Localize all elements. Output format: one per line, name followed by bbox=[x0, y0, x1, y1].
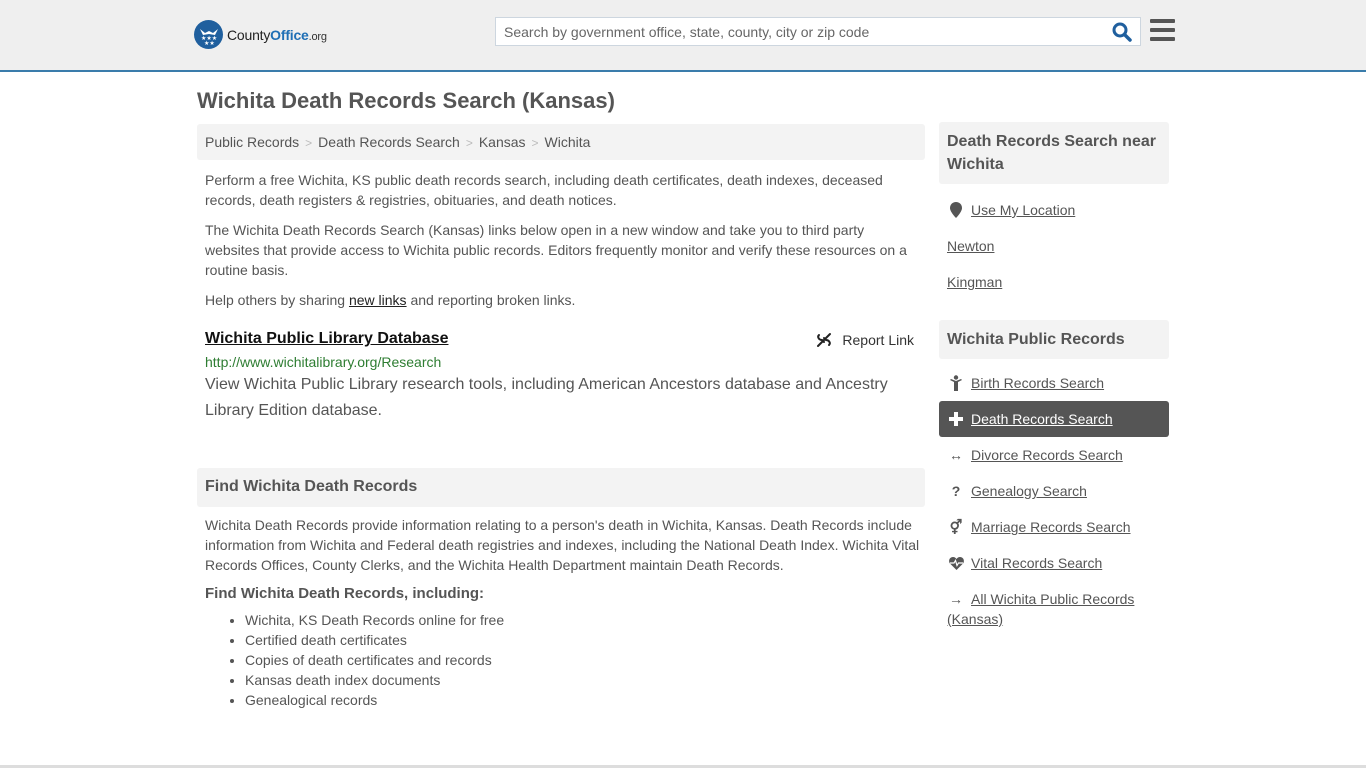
breadcrumb-separator: > bbox=[531, 136, 539, 150]
resource-description: View Wichita Public Library research too… bbox=[205, 376, 888, 419]
search-input[interactable] bbox=[496, 18, 1096, 45]
list-item: Genealogical records bbox=[245, 690, 920, 710]
nearby-city-kingman[interactable]: Kingman bbox=[939, 264, 1169, 300]
hamburger-icon-bar bbox=[1150, 28, 1175, 32]
intro-paragraph-1: Perform a free Wichita, KS public death … bbox=[205, 172, 883, 208]
resource-title-link[interactable]: Wichita Public Library Database bbox=[205, 330, 448, 348]
list-item: Wichita, KS Death Records online for fre… bbox=[245, 610, 920, 630]
new-links-link[interactable]: new links bbox=[349, 292, 407, 308]
find-section-body: Wichita Death Records provide informatio… bbox=[205, 517, 920, 573]
find-section-heading: Find Wichita Death Records bbox=[197, 468, 925, 507]
sidebar-item-link[interactable]: All Wichita Public Records (Kansas) bbox=[947, 591, 1134, 627]
breadcrumb-separator: > bbox=[305, 136, 313, 150]
sidebar-public-records-heading: Wichita Public Records bbox=[939, 320, 1169, 359]
sidebar-item-link[interactable]: Marriage Records Search bbox=[971, 519, 1131, 535]
breadcrumb-public-records[interactable]: Public Records bbox=[205, 134, 299, 150]
hamburger-icon-bar bbox=[1150, 37, 1175, 41]
breadcrumb-kansas[interactable]: Kansas bbox=[479, 134, 526, 150]
child-icon bbox=[947, 375, 965, 391]
sidebar-item-link[interactable]: Vital Records Search bbox=[971, 555, 1102, 571]
resource-url: http://www.wichitalibrary.org/Research bbox=[205, 354, 442, 370]
sidebar-item-death-records[interactable]: Death Records Search bbox=[939, 401, 1169, 437]
find-list: Wichita, KS Death Records online for fre… bbox=[205, 610, 920, 710]
use-my-location[interactable]: Use My Location bbox=[939, 192, 1169, 228]
sidebar-item-link[interactable]: Genealogy Search bbox=[971, 483, 1087, 499]
plus-icon bbox=[947, 412, 965, 426]
hamburger-menu-button[interactable] bbox=[1150, 19, 1175, 41]
sidebar-item-all-public-records[interactable]: → All Wichita Public Records (Kansas) bbox=[939, 581, 1169, 629]
sidebar-item-vital-records[interactable]: Vital Records Search bbox=[939, 545, 1169, 581]
find-section: Wichita Death Records provide informatio… bbox=[205, 515, 920, 710]
search-bar bbox=[495, 17, 1141, 46]
breadcrumb-death-records-search[interactable]: Death Records Search bbox=[318, 134, 460, 150]
arrow-right-icon: → bbox=[949, 591, 963, 607]
report-link-label: Report Link bbox=[842, 332, 914, 348]
nearby-city-link[interactable]: Kingman bbox=[947, 274, 1002, 290]
sidebar-nearby-heading: Death Records Search near Wichita bbox=[939, 122, 1169, 184]
eagle-stars-icon: ★★★ ★★ bbox=[194, 20, 223, 49]
logo-text: CountyOffice.org bbox=[227, 26, 327, 43]
list-item: Copies of death certificates and records bbox=[245, 650, 920, 670]
arrows-horizontal-icon: ↔ bbox=[949, 447, 963, 463]
page-title: Wichita Death Records Search (Kansas) bbox=[197, 88, 615, 113]
breadcrumb: Public Records > Death Records Search > Kans… bbox=[197, 124, 925, 160]
sidebar-item-divorce-records[interactable]: ↔ Divorce Records Search bbox=[939, 437, 1169, 473]
search-icon bbox=[1112, 22, 1132, 42]
svg-text:★★: ★★ bbox=[204, 40, 215, 46]
breadcrumb-wichita[interactable]: Wichita bbox=[545, 134, 591, 150]
site-logo[interactable]: ★★★ ★★ CountyOffice.org bbox=[194, 20, 327, 49]
sidebar-item-link[interactable]: Divorce Records Search bbox=[971, 447, 1123, 463]
sidebar-public-records: Wichita Public Records Birth Records Sea… bbox=[939, 320, 1169, 629]
sidebar-item-birth-records[interactable]: Birth Records Search bbox=[939, 365, 1169, 401]
nearby-city-newton[interactable]: Newton bbox=[939, 228, 1169, 264]
question-icon: ? bbox=[951, 483, 961, 499]
sidebar-item-link[interactable]: Birth Records Search bbox=[971, 375, 1104, 391]
intro-text: Perform a free Wichita, KS public death … bbox=[205, 170, 920, 320]
broken-link-icon bbox=[817, 333, 832, 347]
search-button[interactable] bbox=[1112, 22, 1134, 42]
hamburger-icon-bar bbox=[1150, 19, 1175, 23]
sidebar-item-genealogy[interactable]: ? Genealogy Search bbox=[939, 473, 1169, 509]
use-my-location-link[interactable]: Use My Location bbox=[971, 202, 1075, 218]
sidebar-item-marriage-records[interactable]: ⚥ Marriage Records Search bbox=[939, 509, 1169, 545]
top-bar: ★★★ ★★ CountyOffice.org bbox=[0, 0, 1366, 72]
sidebar-item-link[interactable]: Death Records Search bbox=[971, 411, 1113, 427]
list-item: Certified death certificates bbox=[245, 630, 920, 650]
nearby-city-link[interactable]: Newton bbox=[947, 238, 994, 254]
venus-mars-icon: ⚥ bbox=[949, 518, 963, 535]
sidebar-nearby: Death Records Search near Wichita Use My… bbox=[939, 122, 1169, 300]
resource-entry: Wichita Public Library Database Report L… bbox=[205, 330, 920, 424]
map-marker-icon bbox=[947, 202, 965, 218]
find-section-subheading: Find Wichita Death Records, including: bbox=[205, 585, 485, 602]
intro-paragraph-3: Help others by sharing new links and rep… bbox=[205, 292, 576, 308]
breadcrumb-separator: > bbox=[465, 136, 473, 150]
heartbeat-icon bbox=[947, 556, 965, 570]
intro-paragraph-2: The Wichita Death Records Search (Kansas… bbox=[205, 222, 907, 278]
report-link-button[interactable]: Report Link bbox=[816, 332, 914, 348]
list-item: Kansas death index documents bbox=[245, 670, 920, 690]
